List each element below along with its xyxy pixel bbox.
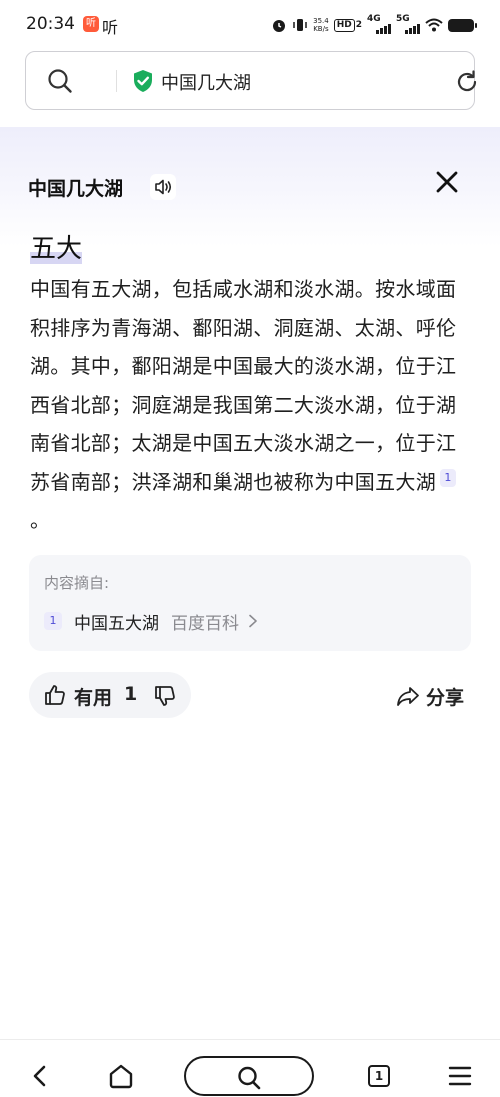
useful-count: 1	[124, 683, 138, 705]
thumb-down-icon[interactable]	[153, 684, 177, 708]
source-label: 内容摘自:	[44, 574, 110, 592]
search-query-text[interactable]: 中国几大湖	[161, 69, 251, 95]
home-icon[interactable]	[108, 1063, 134, 1089]
share-label: 分享	[426, 686, 465, 709]
alarm-icon	[273, 20, 286, 32]
listen-label: 听	[102, 18, 119, 37]
address-search-bar[interactable]: 中国几大湖	[25, 51, 477, 110]
source-link[interactable]: 1 中国五大湖 百度百科	[44, 609, 259, 634]
answer-body-end: 。	[30, 508, 51, 532]
bottom-nav: 1	[0, 1039, 500, 1097]
source-number: 1	[44, 612, 62, 630]
close-icon[interactable]	[434, 169, 460, 195]
thumb-up-icon[interactable]	[43, 683, 67, 707]
source-title: 中国五大湖	[74, 613, 159, 634]
net-speed-unit: KB/s	[313, 25, 329, 33]
net-speed-value: 35.4	[313, 17, 329, 25]
signal-4g-icon: 4G	[367, 14, 391, 34]
answer-card: 中国几大湖 五大 中国有五大湖，包括咸水湖和淡水湖。按水域面积排序为青海湖、鄱阳…	[0, 127, 500, 1039]
shield-check-icon	[134, 70, 152, 92]
chevron-right-icon	[249, 614, 257, 628]
speaker-icon[interactable]	[150, 174, 176, 200]
tabs-button[interactable]: 1	[368, 1065, 390, 1087]
hd-badge: HD	[333, 18, 355, 32]
net-speed: 35.4 KB/s	[313, 17, 329, 33]
answer-body-text: 中国有五大湖，包括咸水湖和淡水湖。按水域面积排序为青海湖、鄱阳湖、洞庭湖、太湖、…	[30, 277, 457, 494]
search-divider	[116, 70, 117, 92]
nav-search-button[interactable]	[184, 1056, 314, 1096]
status-bar: 20:34 听 听 35.4 KB/s HD 2 4G 5G	[0, 0, 500, 50]
status-icons: 35.4 KB/s HD 2 4G 5G	[271, 14, 477, 35]
citation-marker[interactable]: 1	[440, 468, 456, 487]
signal-5g-label: 5G	[396, 14, 410, 24]
listen-app-icon: 听	[83, 16, 99, 32]
useful-label[interactable]: 有用	[74, 683, 112, 710]
hd-sub: 2	[355, 20, 362, 30]
search-icon[interactable]	[47, 68, 73, 94]
signal-4g-label: 4G	[367, 14, 381, 24]
signal-5g-icon: 5G	[396, 14, 420, 34]
source-site: 百度百科	[171, 613, 239, 634]
source-box: 内容摘自: 1 中国五大湖 百度百科	[29, 555, 471, 651]
status-time: 20:34	[26, 14, 75, 34]
answer-body: 中国有五大湖，包括咸水湖和淡水湖。按水域面积排序为青海湖、鄱阳湖、洞庭湖、太湖、…	[30, 270, 470, 540]
battery-icon	[448, 18, 477, 32]
answer-headline: 五大	[30, 228, 83, 267]
menu-icon[interactable]	[448, 1065, 472, 1087]
share-button[interactable]: 分享	[396, 682, 464, 710]
feedback-pill: 有用 1	[29, 672, 191, 718]
card-title: 中国几大湖	[28, 178, 124, 200]
refresh-icon[interactable]	[454, 69, 480, 95]
share-icon	[397, 687, 419, 706]
nav-search-icon	[238, 1066, 261, 1090]
back-icon[interactable]	[28, 1064, 52, 1088]
wifi-icon	[425, 18, 443, 32]
vibrate-icon	[293, 19, 307, 31]
hd-badge-text: HD	[336, 19, 352, 30]
